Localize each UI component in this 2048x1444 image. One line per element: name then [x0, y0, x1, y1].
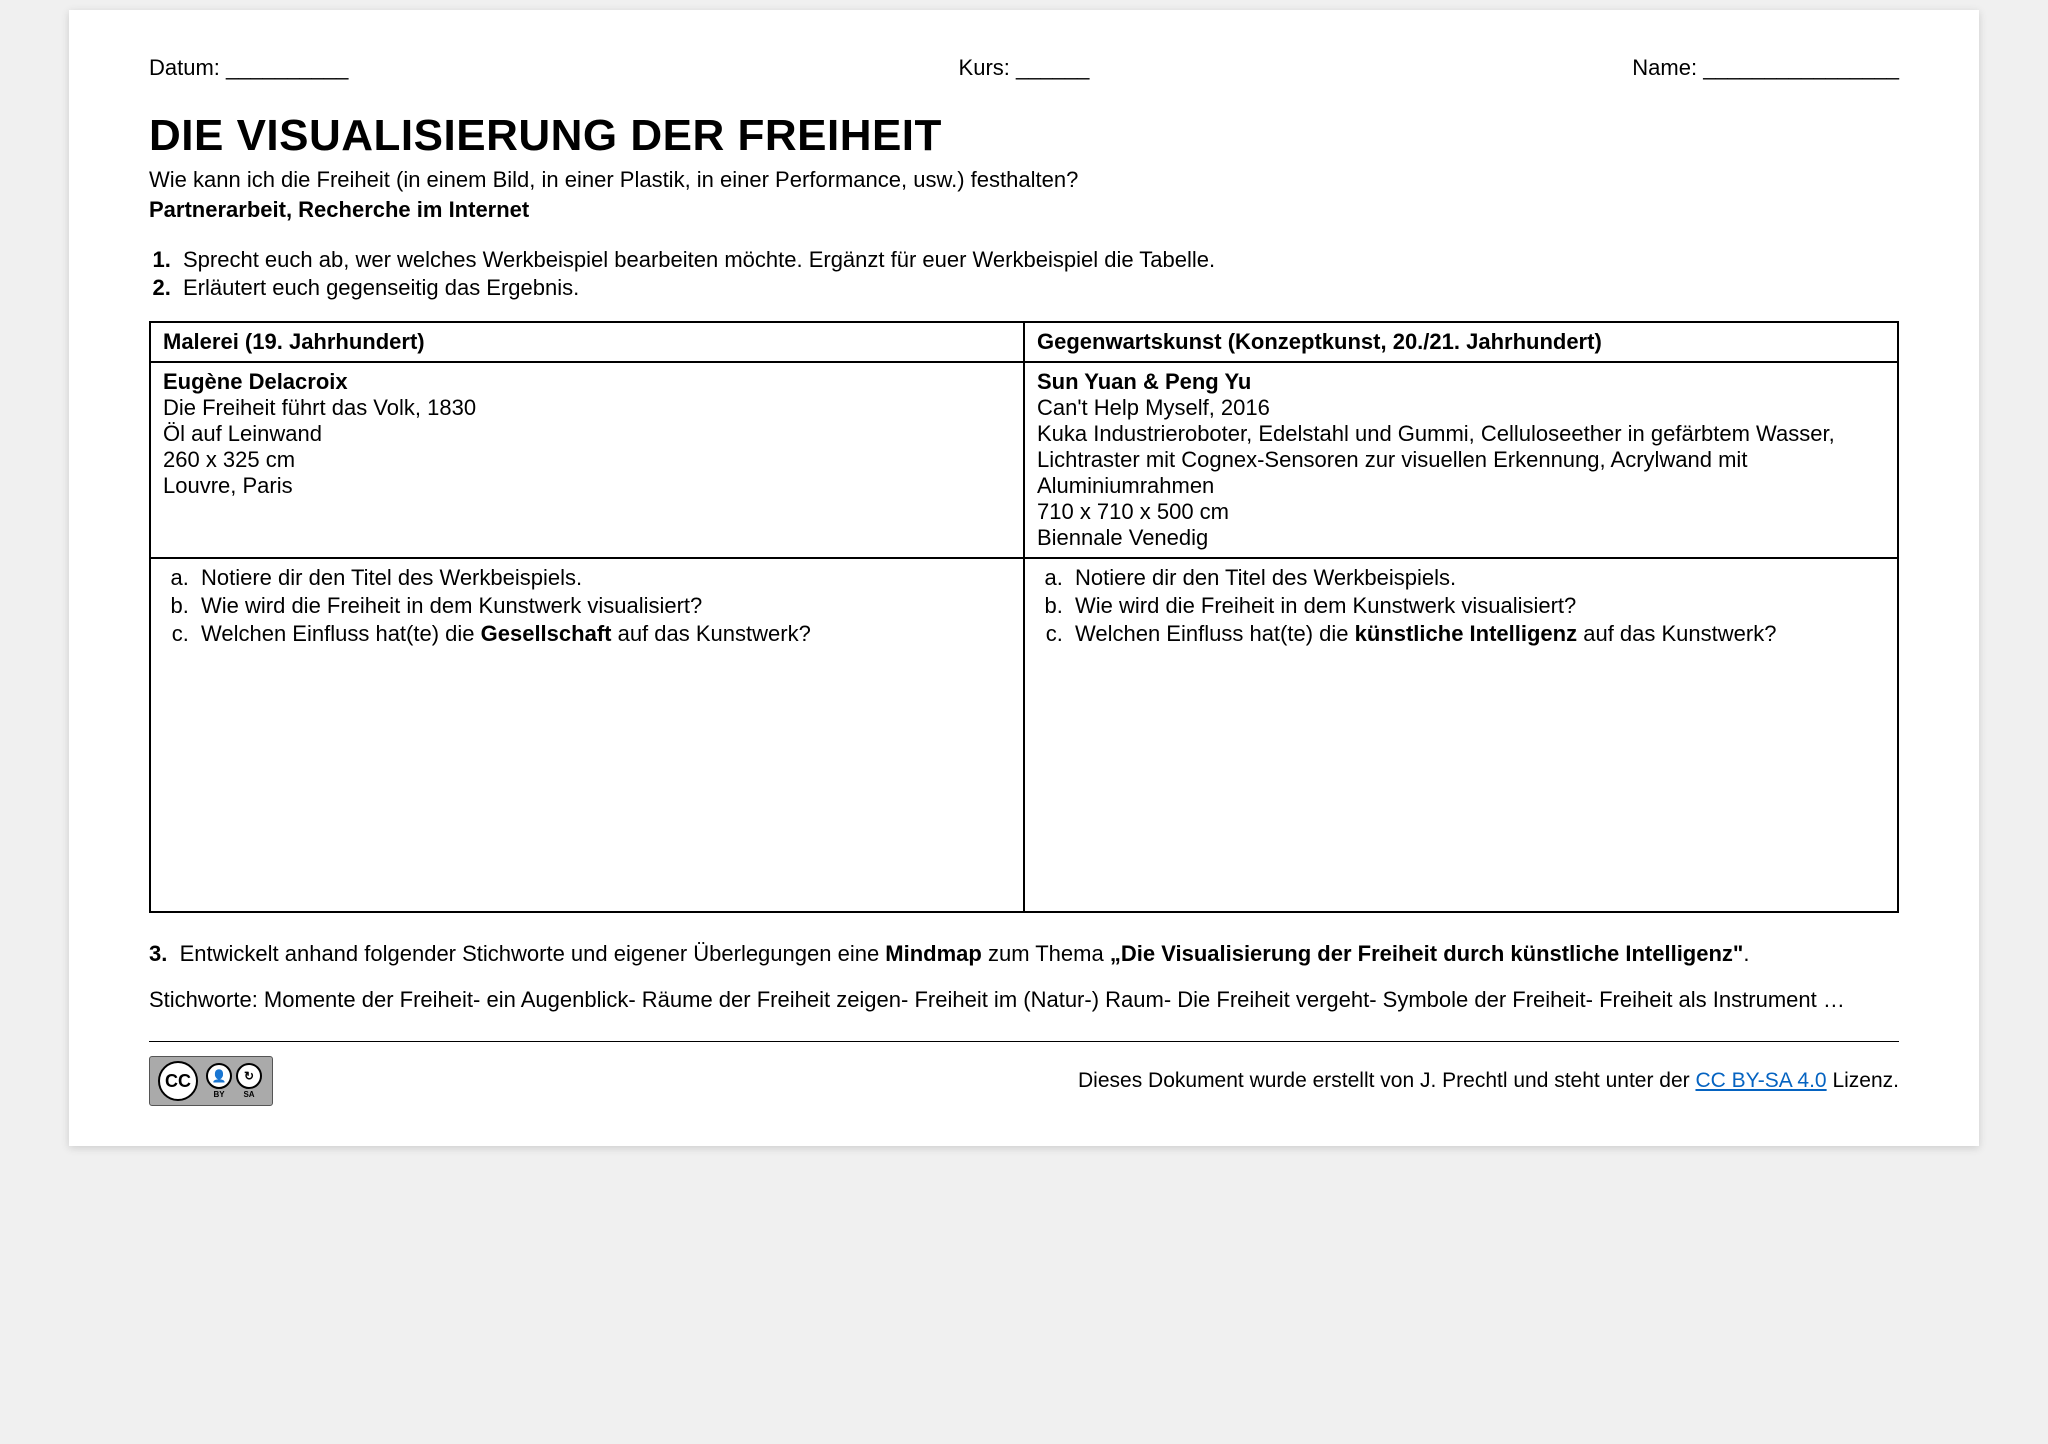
- keywords-text: Stichworte: Momente der Freiheit- ein Au…: [149, 987, 1899, 1013]
- col2-header: Gegenwartskunst (Konzeptkunst, 20./21. J…: [1024, 322, 1898, 362]
- col1-location: Louvre, Paris: [163, 473, 1011, 499]
- col2-location: Biennale Venedig: [1037, 525, 1885, 551]
- col2-work: Can't Help Myself, 2016: [1037, 395, 1885, 421]
- task-1-text: Sprecht euch ab, wer welches Werkbeispie…: [183, 247, 1215, 272]
- task-1: Sprecht euch ab, wer welches Werkbeispie…: [177, 247, 1899, 273]
- name-field[interactable]: Name: ________________: [1316, 55, 1899, 81]
- col1-work: Die Freiheit führt das Volk, 1830: [163, 395, 1011, 421]
- col1-q-c: Welchen Einfluss hat(te) die Gesellschaf…: [195, 621, 1011, 647]
- task-list: Sprecht euch ab, wer welches Werkbeispie…: [149, 247, 1899, 301]
- task-3-num: 3.: [149, 941, 167, 966]
- col2-medium: Kuka Industrieroboter, Edelstahl und Gum…: [1037, 421, 1885, 499]
- comparison-table: Malerei (19. Jahrhundert) Gegenwartskuns…: [149, 321, 1899, 913]
- sa-icon: ↻ SA: [236, 1063, 262, 1099]
- col2-artist: Sun Yuan & Peng Yu: [1037, 369, 1885, 395]
- footer-text: Dieses Dokument wurde erstellt von J. Pr…: [1078, 1069, 1899, 1093]
- col2-questions-cell: Notiere dir den Titel des Werkbeispiels.…: [1024, 558, 1898, 912]
- worksheet-page: Datum: __________ Kurs: ______ Name: ___…: [69, 10, 1979, 1146]
- col1-medium: Öl auf Leinwand: [163, 421, 1011, 447]
- col1-artist: Eugène Delacroix: [163, 369, 1011, 395]
- header-row: Datum: __________ Kurs: ______ Name: ___…: [149, 55, 1899, 81]
- task-2: Erläutert euch gegenseitig das Ergebnis.: [177, 275, 1899, 301]
- col2-artwork-cell: Sun Yuan & Peng Yu Can't Help Myself, 20…: [1024, 362, 1898, 558]
- col1-header: Malerei (19. Jahrhundert): [150, 322, 1024, 362]
- col1-questions-cell: Notiere dir den Titel des Werkbeispiels.…: [150, 558, 1024, 912]
- col1-q-b: Wie wird die Freiheit in dem Kunstwerk v…: [195, 593, 1011, 619]
- col1-q-a: Notiere dir den Titel des Werkbeispiels.: [195, 565, 1011, 591]
- cc-license-badge: CC 👤 BY ↻ SA: [149, 1056, 273, 1106]
- col1-questions: Notiere dir den Titel des Werkbeispiels.…: [163, 565, 1011, 647]
- col2-q-a: Notiere dir den Titel des Werkbeispiels.: [1069, 565, 1885, 591]
- footer: CC 👤 BY ↻ SA Dieses Dokument wurde erste…: [149, 1056, 1899, 1106]
- divider: [149, 1041, 1899, 1042]
- col1-artwork-cell: Eugène Delacroix Die Freiheit führt das …: [150, 362, 1024, 558]
- col2-q-c: Welchen Einfluss hat(te) die künstliche …: [1069, 621, 1885, 647]
- subtitle: Wie kann ich die Freiheit (in einem Bild…: [149, 167, 1899, 193]
- license-link[interactable]: CC BY-SA 4.0: [1695, 1069, 1826, 1092]
- task-3: 3. Entwickelt anhand folgender Stichwort…: [149, 941, 1899, 967]
- course-field[interactable]: Kurs: ______: [732, 55, 1315, 81]
- page-title: DIE VISUALISIERUNG DER FREIHEIT: [149, 111, 1899, 161]
- by-icon: 👤 BY: [206, 1063, 232, 1099]
- col2-dims: 710 x 710 x 500 cm: [1037, 499, 1885, 525]
- col2-q-b: Wie wird die Freiheit in dem Kunstwerk v…: [1069, 593, 1885, 619]
- cc-icon: CC: [158, 1061, 198, 1101]
- col2-questions: Notiere dir den Titel des Werkbeispiels.…: [1037, 565, 1885, 647]
- col1-dims: 260 x 325 cm: [163, 447, 1011, 473]
- task-2-text: Erläutert euch gegenseitig das Ergebnis.: [183, 275, 579, 300]
- instruction-bold: Partnerarbeit, Recherche im Internet: [149, 197, 1899, 223]
- date-field[interactable]: Datum: __________: [149, 55, 732, 81]
